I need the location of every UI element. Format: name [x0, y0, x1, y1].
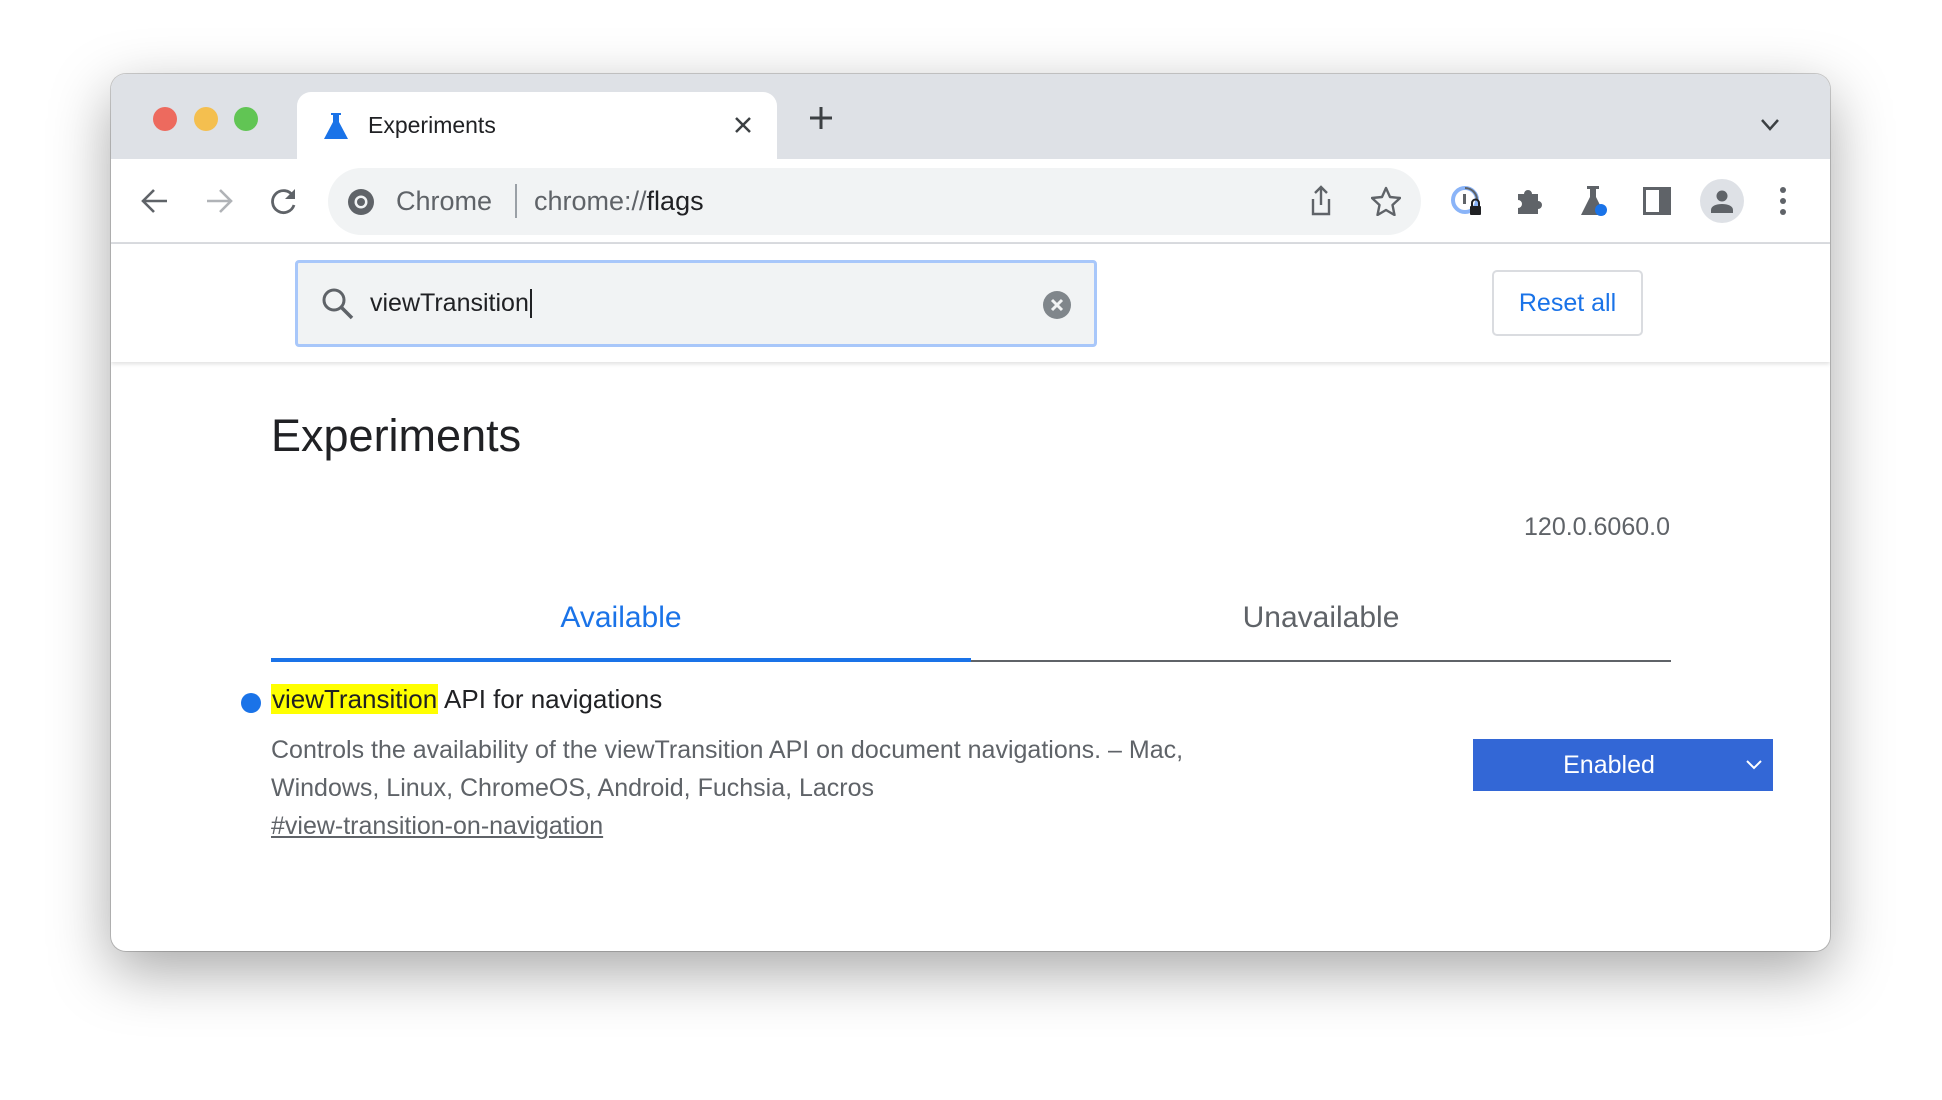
forward-icon[interactable] — [205, 188, 233, 214]
experiments-tabs: Available Unavailable — [271, 574, 1671, 662]
version-label: 120.0.6060.0 — [1524, 513, 1670, 541]
bookmark-star-icon[interactable] — [1371, 186, 1401, 216]
tab-title: Experiments — [368, 112, 496, 138]
flag-state-select[interactable]: Enabled — [1473, 739, 1773, 791]
toolbar: Chrome chrome://flags — [111, 159, 1830, 244]
flask-icon — [324, 113, 348, 139]
omnibox[interactable]: Chrome chrome://flags — [328, 168, 1421, 235]
tab-search-chevron-icon[interactable] — [1760, 118, 1780, 132]
minimize-window-button[interactable] — [194, 107, 218, 131]
flag-title-highlight: viewTransition — [271, 684, 439, 714]
person-icon — [1711, 190, 1733, 213]
omnibox-divider — [515, 184, 517, 218]
tab-strip: Experiments — [111, 74, 1830, 159]
flag-description-line: Controls the availability of the viewTra… — [271, 736, 1184, 764]
search-box[interactable]: viewTransition — [295, 260, 1097, 347]
side-panel-icon[interactable] — [1643, 187, 1671, 215]
url-host: flags — [646, 186, 704, 216]
close-tab-icon[interactable] — [734, 116, 752, 134]
password-manager-extension-icon[interactable] — [1451, 185, 1483, 217]
chrome-logo-icon — [348, 189, 374, 215]
flag-description: Controls the availability of the viewTra… — [271, 731, 1183, 807]
browser-window: Experiments Chrome chrome://flags viewTr… — [111, 74, 1830, 951]
chevron-down-icon — [1746, 760, 1762, 770]
flag-title: viewTransition API for navigations — [271, 684, 662, 715]
omnibox-url[interactable]: chrome://flags — [534, 186, 704, 217]
labs-flask-icon[interactable] — [1579, 185, 1609, 217]
reset-all-button[interactable]: Reset all — [1492, 270, 1643, 336]
tab-available[interactable]: Available — [271, 574, 971, 662]
new-tab-icon[interactable] — [808, 105, 834, 131]
back-icon[interactable] — [141, 188, 169, 214]
flag-state-value: Enabled — [1563, 750, 1655, 779]
share-icon[interactable] — [1309, 185, 1333, 217]
omnibox-site-label: Chrome — [396, 186, 493, 216]
flags-header: viewTransition Reset all — [111, 244, 1830, 362]
flag-description-line: Windows, Linux, ChromeOS, Android, Fuchs… — [271, 774, 875, 802]
profile-avatar[interactable] — [1700, 179, 1744, 223]
zoom-window-button[interactable] — [234, 107, 258, 131]
tab-experiments[interactable]: Experiments — [297, 92, 777, 159]
clear-search-icon[interactable] — [1042, 290, 1072, 320]
menu-kebab-icon[interactable] — [1779, 186, 1787, 216]
flag-title-rest: API for navigations — [438, 684, 663, 714]
flag-modified-dot — [241, 693, 261, 713]
reload-icon[interactable] — [270, 187, 298, 215]
tab-unavailable[interactable]: Unavailable — [971, 574, 1671, 662]
search-icon — [322, 288, 354, 320]
close-window-button[interactable] — [153, 107, 177, 131]
url-scheme: chrome:// — [534, 186, 647, 216]
active-tab-indicator — [271, 658, 971, 662]
page-title: Experiments — [271, 410, 522, 461]
tabs-divider — [971, 660, 1671, 662]
search-input[interactable]: viewTransition — [370, 289, 532, 318]
flag-link[interactable]: #view-transition-on-navigation — [271, 812, 603, 841]
extensions-puzzle-icon[interactable] — [1514, 186, 1544, 216]
